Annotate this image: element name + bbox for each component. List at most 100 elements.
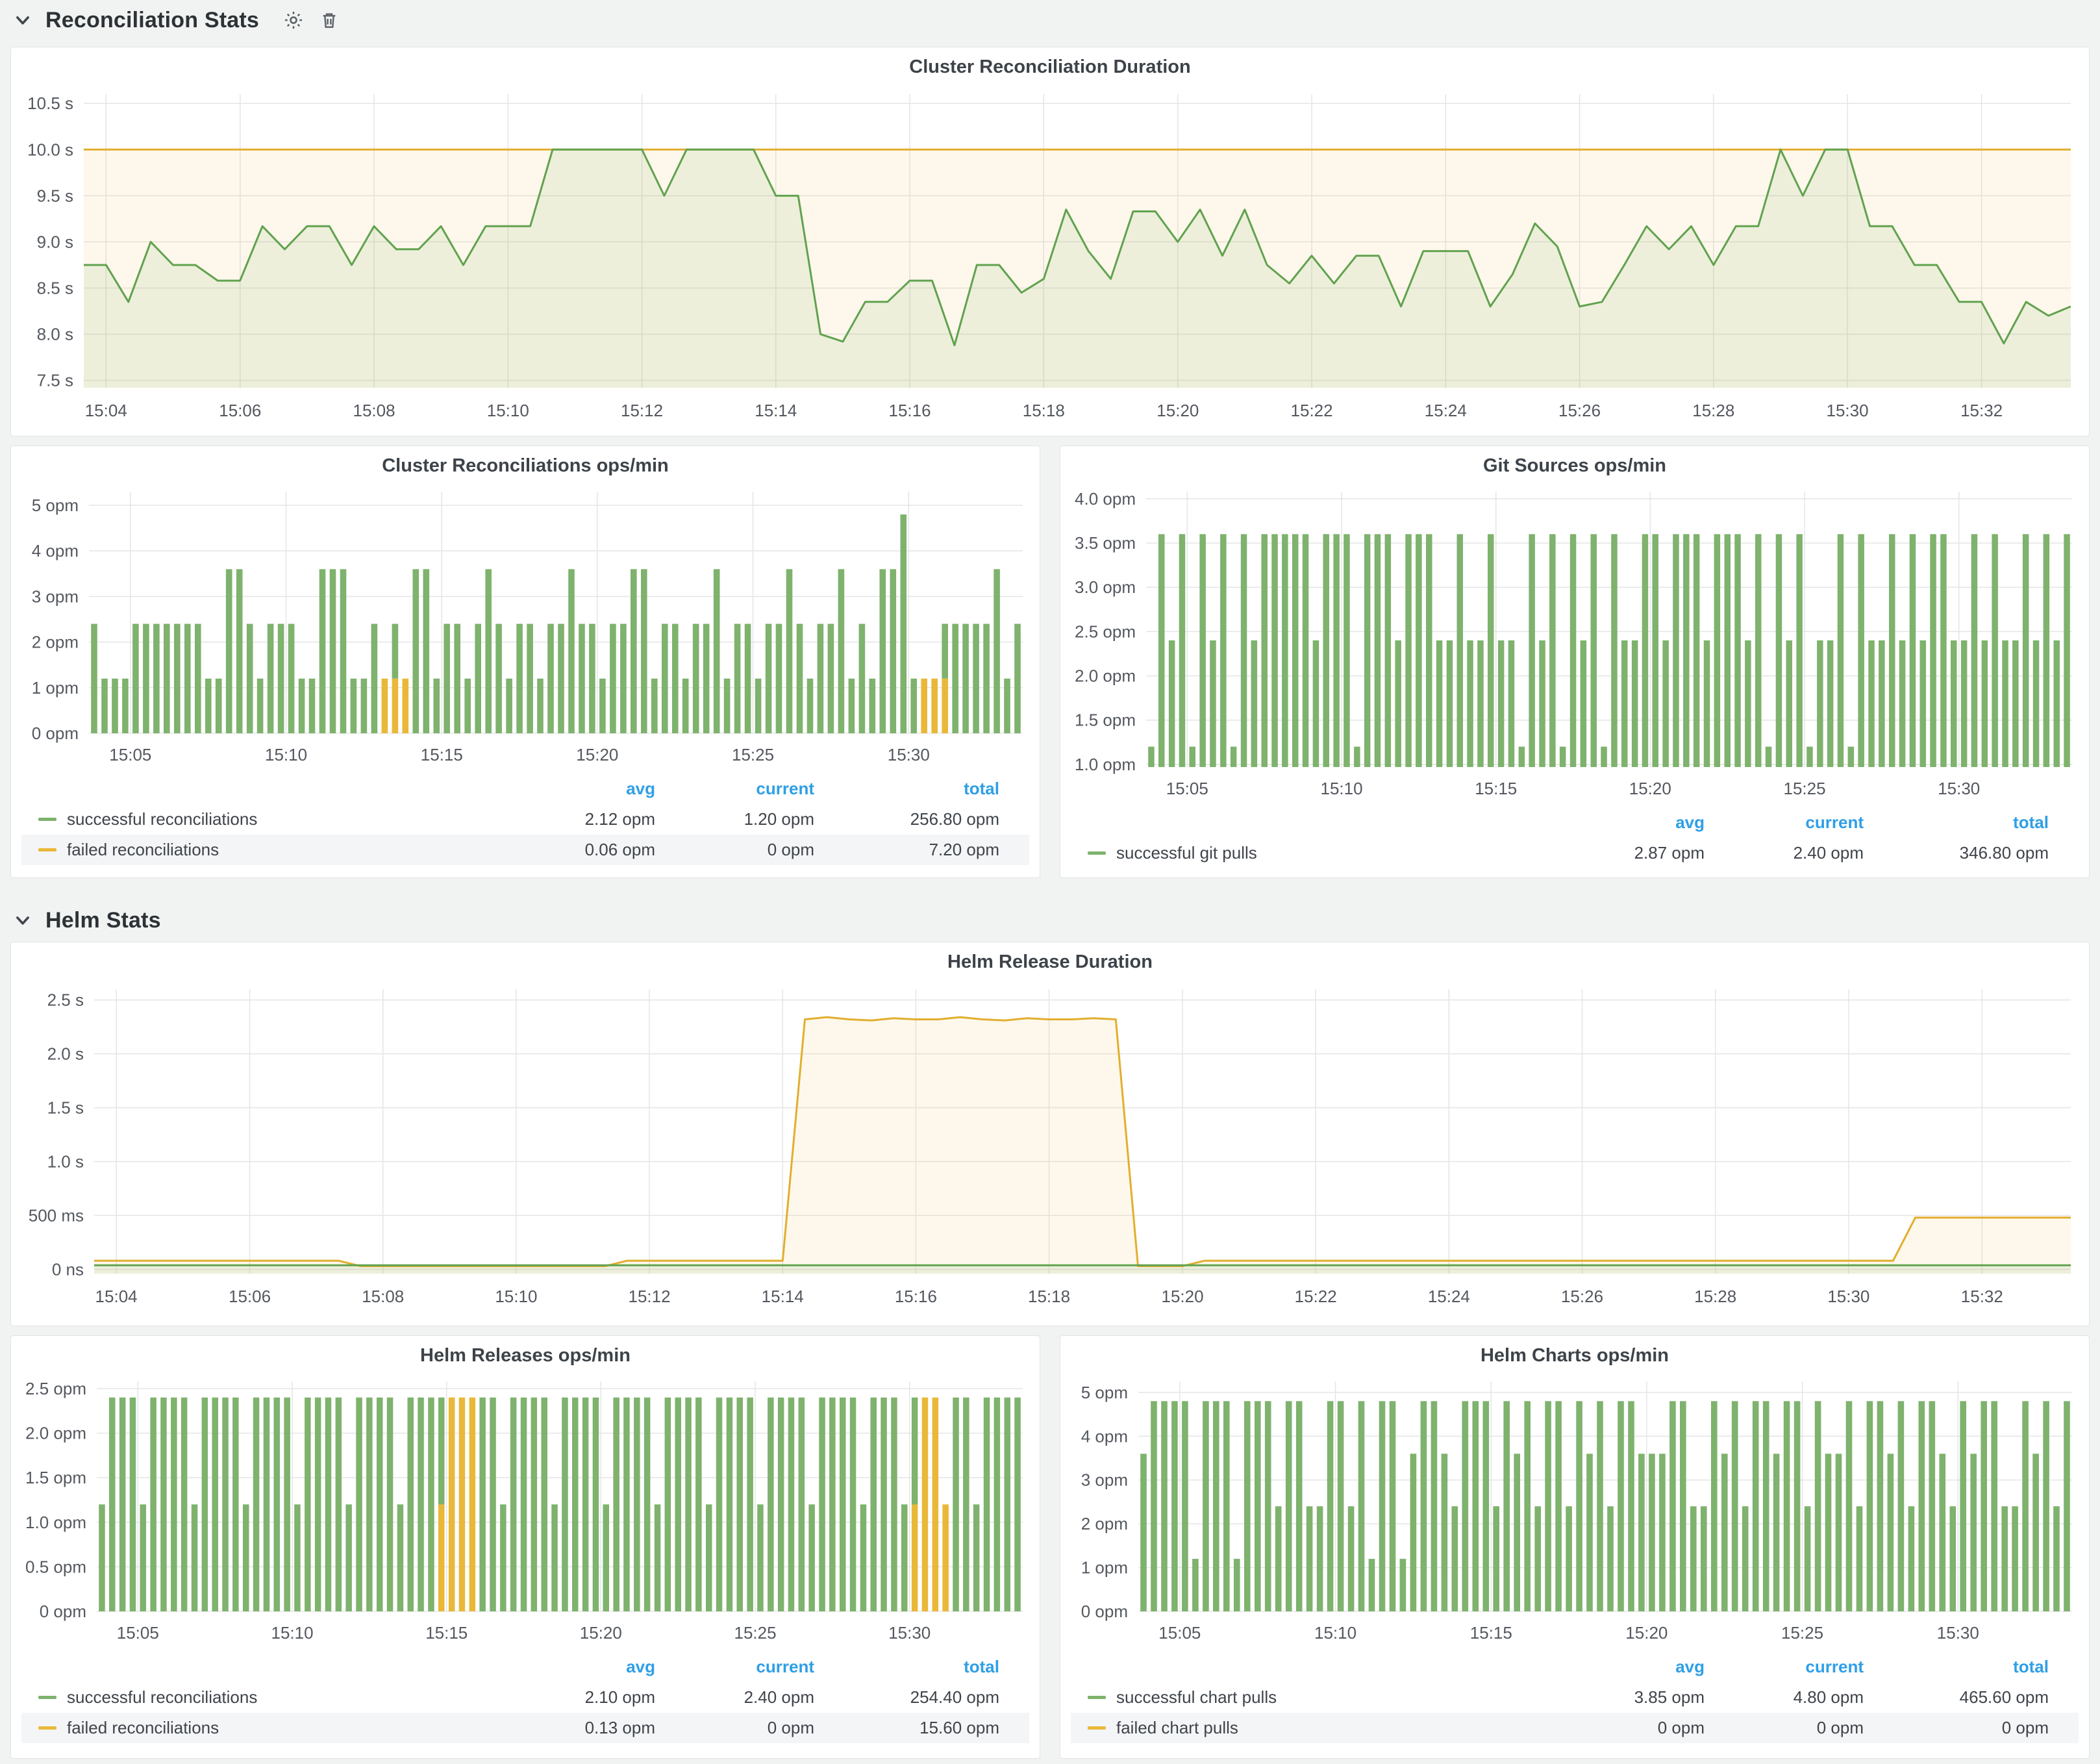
legend-sort-avg[interactable]: avg	[493, 1657, 655, 1677]
legend-series-toggle[interactable]: failed reconciliations	[38, 840, 493, 860]
legend-sort-total[interactable]: total	[814, 1657, 999, 1677]
legend-sort-current[interactable]: current	[655, 779, 814, 799]
panel-title[interactable]: Helm Charts ops/min	[1071, 1342, 2079, 1371]
svg-text:15:26: 15:26	[1558, 401, 1601, 420]
legend-sort-current[interactable]: current	[655, 1657, 814, 1677]
legend-total-value: 256.80 opm	[814, 809, 999, 829]
svg-text:15:32: 15:32	[1960, 401, 2003, 420]
legend-helm-charts: avgcurrenttotal successful chart pulls3.8…	[1071, 1652, 2079, 1743]
legend-sort-total[interactable]: total	[1864, 813, 2049, 833]
section-header-reconciliation-stats[interactable]: Reconciliation Stats	[10, 0, 2090, 40]
panel-title[interactable]: Cluster Reconciliations ops/min	[21, 453, 1029, 481]
legend-sort-current[interactable]: current	[1705, 1657, 1864, 1677]
legend-current-value: 2.40 opm	[1705, 843, 1864, 863]
series-color-dash-icon	[38, 1696, 56, 1699]
legend-series-toggle[interactable]: failed reconciliations	[38, 1718, 493, 1738]
series-color-dash-icon	[38, 848, 56, 851]
legend-sort-current[interactable]: current	[1705, 813, 1864, 833]
svg-text:10.0 s: 10.0 s	[27, 140, 73, 159]
legend-series-toggle[interactable]: failed chart pulls	[1088, 1718, 1542, 1738]
legend-total-value: 15.60 opm	[814, 1718, 999, 1738]
svg-text:0 opm: 0 opm	[40, 1602, 86, 1621]
svg-text:7.5 s: 7.5 s	[37, 371, 73, 390]
svg-text:15:06: 15:06	[229, 1287, 271, 1306]
legend-current-value: 1.20 opm	[655, 809, 814, 829]
legend-avg-value: 2.12 opm	[493, 809, 655, 829]
svg-text:15:16: 15:16	[895, 1287, 937, 1306]
svg-text:15:12: 15:12	[621, 401, 663, 420]
legend-total-value: 465.60 opm	[1864, 1687, 2049, 1707]
legend-series-toggle[interactable]: successful chart pulls	[1088, 1687, 1542, 1707]
legend-sort-avg[interactable]: avg	[1542, 1657, 1705, 1677]
svg-text:15:05: 15:05	[109, 745, 151, 764]
svg-text:15:10: 15:10	[265, 745, 307, 764]
legend-avg-value: 0 opm	[1542, 1718, 1705, 1738]
svg-text:1.5 opm: 1.5 opm	[25, 1468, 86, 1487]
legend-series-toggle[interactable]: successful git pulls	[1088, 843, 1542, 863]
legend-sort-avg[interactable]: avg	[1542, 813, 1705, 833]
svg-text:15:14: 15:14	[762, 1287, 804, 1306]
legend-sort-avg[interactable]: avg	[493, 779, 655, 799]
svg-text:15:20: 15:20	[1161, 1287, 1203, 1306]
svg-text:3 opm: 3 opm	[1081, 1470, 1128, 1490]
legend-avg-value: 2.87 opm	[1542, 843, 1705, 863]
svg-text:9.5 s: 9.5 s	[37, 186, 73, 205]
legend-git-sources: avgcurrenttotal successful git pulls2.87 …	[1071, 807, 2079, 868]
svg-text:15:20: 15:20	[580, 1623, 622, 1643]
cluster-reconciliation-duration-chart[interactable]: 7.5 s8.0 s8.5 s9.0 s9.5 s10.0 s10.5 s15:…	[21, 82, 2079, 427]
svg-text:15:30: 15:30	[1937, 1623, 1979, 1643]
legend-row: failed reconciliations0.06 opm0 opm7.20 …	[21, 835, 1029, 865]
svg-text:15:26: 15:26	[1561, 1287, 1603, 1306]
series-color-dash-icon	[1088, 851, 1106, 855]
panel-title[interactable]: Cluster Reconciliation Duration	[21, 54, 2079, 82]
svg-text:15:25: 15:25	[1781, 1623, 1823, 1643]
helm-releases-chart[interactable]: 0 opm0.5 opm1.0 opm1.5 opm2.0 opm2.5 opm…	[21, 1371, 1029, 1649]
svg-text:8.5 s: 8.5 s	[37, 278, 73, 297]
svg-text:15:30: 15:30	[888, 1623, 931, 1643]
svg-text:15:12: 15:12	[629, 1287, 671, 1306]
svg-text:15:08: 15:08	[362, 1287, 404, 1306]
svg-text:15:30: 15:30	[888, 745, 930, 764]
series-color-dash-icon	[38, 818, 56, 821]
legend-sort-total[interactable]: total	[814, 779, 999, 799]
helm-release-duration-chart[interactable]: 0 ns500 ms1.0 s1.5 s2.0 s2.5 s15:0415:06…	[21, 977, 2079, 1313]
gear-icon[interactable]	[282, 9, 305, 31]
svg-text:15:15: 15:15	[421, 745, 463, 764]
chevron-down-icon[interactable]	[14, 12, 31, 29]
svg-text:15:10: 15:10	[487, 401, 529, 420]
legend-total-value: 254.40 opm	[814, 1687, 999, 1707]
svg-text:15:10: 15:10	[495, 1287, 537, 1306]
panel-title[interactable]: Helm Release Duration	[21, 949, 2079, 977]
svg-text:9.0 s: 9.0 s	[37, 232, 73, 251]
legend-series-toggle[interactable]: successful reconciliations	[38, 809, 493, 829]
panel-title[interactable]: Helm Releases ops/min	[21, 1342, 1029, 1371]
svg-text:2.0 s: 2.0 s	[47, 1044, 84, 1064]
chevron-down-icon[interactable]	[14, 912, 31, 929]
legend-header-row: avgcurrenttotal	[1071, 807, 2079, 838]
trash-icon[interactable]	[319, 10, 340, 31]
panel-git-sources: Git Sources ops/min 1.0 opm1.5 opm2.0 op…	[1060, 446, 2090, 878]
legend-total-value: 346.80 opm	[1864, 843, 2049, 863]
svg-text:2.5 opm: 2.5 opm	[1075, 622, 1136, 641]
svg-text:15:06: 15:06	[219, 401, 261, 420]
cluster-reconciliations-chart[interactable]: 0 opm1 opm2 opm3 opm4 opm5 opm15:0515:10…	[21, 481, 1029, 771]
legend-series-toggle[interactable]: successful reconciliations	[38, 1687, 493, 1707]
svg-text:15:14: 15:14	[755, 401, 797, 420]
panel-title[interactable]: Git Sources ops/min	[1071, 453, 2079, 481]
section-header-helm-stats[interactable]: Helm Stats	[10, 905, 2090, 935]
git-sources-chart[interactable]: 1.0 opm1.5 opm2.0 opm2.5 opm3.0 opm3.5 o…	[1071, 481, 2079, 805]
svg-text:15:15: 15:15	[1470, 1623, 1512, 1643]
svg-text:4 opm: 4 opm	[1081, 1426, 1128, 1446]
helm-charts-chart[interactable]: 0 opm1 opm2 opm3 opm4 opm5 opm15:0515:10…	[1071, 1371, 2079, 1649]
legend-total-value: 0 opm	[1864, 1718, 2049, 1738]
svg-text:15:25: 15:25	[734, 1623, 776, 1643]
svg-text:4.0 opm: 4.0 opm	[1075, 489, 1136, 509]
svg-text:0 opm: 0 opm	[1081, 1602, 1128, 1621]
legend-avg-value: 3.85 opm	[1542, 1687, 1705, 1707]
legend-row: failed reconciliations0.13 opm0 opm15.60…	[21, 1713, 1029, 1743]
legend-sort-total[interactable]: total	[1864, 1657, 2049, 1677]
svg-text:15:15: 15:15	[1475, 779, 1517, 798]
legend-total-value: 7.20 opm	[814, 840, 999, 860]
svg-text:15:24: 15:24	[1428, 1287, 1470, 1306]
svg-text:3.5 opm: 3.5 opm	[1075, 533, 1136, 553]
